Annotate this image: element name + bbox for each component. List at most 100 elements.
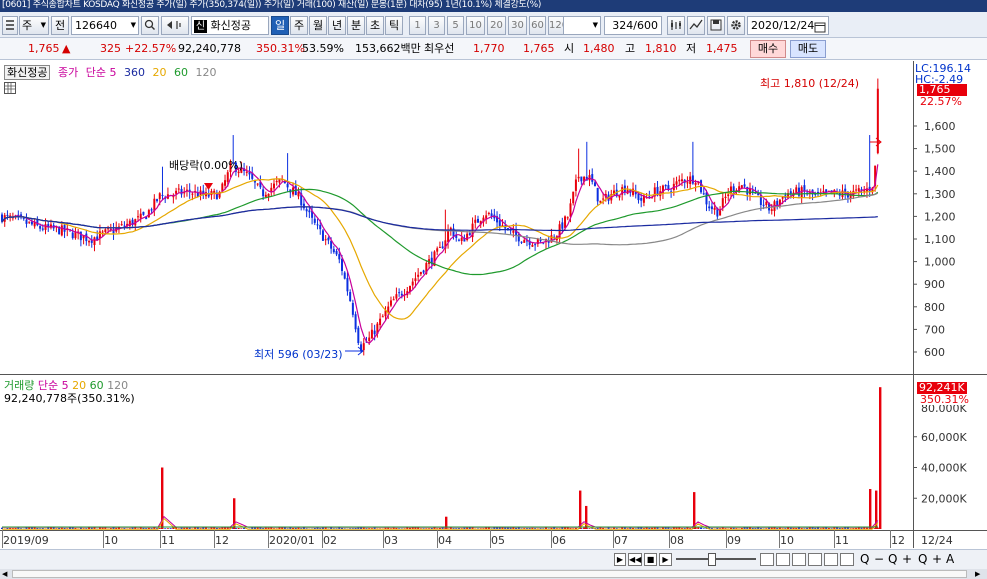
candle-body [22,217,25,219]
font-icon[interactable]: A [946,552,954,566]
zoom-in-icon[interactable]: Q [860,552,869,566]
period-tab[interactable]: 년 [328,16,346,35]
low-price: 1,475 [706,42,738,55]
period-tab[interactable]: 분 [347,16,365,35]
period-tab[interactable]: 일 [271,16,289,35]
volume-spike-bar [879,387,882,529]
candle-body [341,258,343,272]
print-icon[interactable] [824,553,838,566]
count-input[interactable]: 324/600 [604,16,662,35]
search-icon[interactable] [141,16,159,35]
volume-tick-label: 40,000K [921,462,967,475]
buy-button[interactable]: 매수 [750,40,786,58]
price-change-pct: +22.57% [125,42,177,55]
zoom-slider-track[interactable] [676,558,756,560]
candle-body [751,190,754,192]
interval-button[interactable]: 120 [548,16,568,35]
data-table-icon[interactable] [4,82,16,94]
interval-button[interactable]: 5 [447,16,464,35]
window-title: [0601] 주식종합차트 KOSDAQ 화신정공 주가(일) 주가(350,3… [0,0,987,12]
period-code-select[interactable]: 주 ▼ [19,16,49,35]
stock-code-input[interactable]: 126640 ▼ [71,16,139,35]
crosshair-icon[interactable]: Q [918,552,927,566]
rewind-icon[interactable]: ◀◀ [628,553,642,566]
price-volume-chart[interactable]: 1,600 1,500 1,400 1,300 1,200 1,100 1,000 900 80… [0,61,987,549]
volume-spike-bar [693,492,696,529]
period-tab[interactable]: 틱 [385,16,403,35]
grid-view-icon[interactable] [792,553,806,566]
candle-body [389,300,392,306]
scroll-left-arrow-icon[interactable]: ◀ [2,570,10,578]
interval-button[interactable]: 1 [409,16,426,35]
sell-button[interactable]: 매도 [790,40,826,58]
candle-body [395,294,398,299]
candle-body [705,192,708,205]
period-tab[interactable]: 주 [290,16,308,35]
period-tab[interactable]: 초 [366,16,384,35]
layout-icon[interactable] [760,553,774,566]
interval-button[interactable]: 10 [466,16,485,35]
candle-body [441,246,444,249]
lc-label: LC:196.14 [915,62,972,75]
volume-bar [702,528,705,529]
reset-zoom-icon[interactable]: Q [888,552,897,566]
calendar-icon[interactable] [814,19,826,33]
candle-body [221,183,224,191]
candle-body [153,198,156,211]
candle-body [44,224,47,230]
candle-body [305,209,308,212]
interval-button[interactable]: 60 [529,16,546,35]
interval-button[interactable]: 30 [508,16,527,35]
gear-icon[interactable] [727,16,745,35]
interval-button[interactable]: 3 [428,16,445,35]
volume-tick-label: 20,000K [921,492,967,505]
split-view-icon[interactable] [776,553,790,566]
zoom-out-icon[interactable]: − [874,552,884,566]
candle-body [392,299,395,301]
interval-custom-input[interactable]: ▼ [563,16,601,35]
compare-icon[interactable] [808,553,822,566]
volume-value: 92,240,778 [178,42,241,55]
menu-icon[interactable] [2,16,18,35]
indicator-icon[interactable] [687,16,705,35]
scrollbar-thumb[interactable] [12,570,967,578]
prev-button[interactable]: 전 [51,16,69,35]
prev-next-stock-icon[interactable] [161,16,189,35]
volume-tick-label: 60,000K [921,431,967,444]
candle-body [822,190,825,192]
candle-body [370,329,373,339]
scroll-right-icon[interactable]: ▶ [614,553,626,566]
chart-area[interactable]: 1,600 1,500 1,400 1,300 1,200 1,100 1,000 900 80… [0,61,987,549]
zoom-slider-handle[interactable] [708,553,716,566]
volume-bar [700,527,703,529]
legend-ma360: 360 [123,66,145,79]
candle-body [789,191,792,194]
chart-type-icon[interactable] [667,16,685,35]
turnover-pct: 53.59% [302,42,344,55]
period-tab[interactable]: 월 [309,16,327,35]
date-input[interactable]: 2020/12/24 [747,16,829,35]
price-change: 325 [100,42,121,55]
text-size-icon[interactable]: + [932,552,942,566]
candle-body [351,303,354,315]
interval-button[interactable]: 20 [487,16,506,35]
volume-bar [588,528,591,529]
legend-stock-name[interactable]: 화신정공 [4,65,51,80]
scroll-right-arrow-icon[interactable]: ▶ [975,570,983,578]
stock-name-field[interactable]: 신 화신정공 [191,16,269,35]
horizontal-scrollbar[interactable]: ◀ ▶ [0,569,987,579]
save-icon[interactable] [707,16,725,35]
volume-bar [583,527,586,529]
candle-body [308,210,311,213]
stop-icon[interactable]: ■ [644,553,657,566]
candle-body [678,179,681,182]
candle-body [457,239,460,241]
play-icon[interactable]: ▶ [659,553,672,566]
up-arrow-icon: ▲ [62,42,71,55]
count-value: 324 [612,19,634,32]
candle-body [256,183,259,185]
export-icon[interactable] [840,553,854,566]
fit-icon[interactable]: + [902,552,912,566]
candle-body [30,221,33,225]
candle-body [770,209,773,211]
